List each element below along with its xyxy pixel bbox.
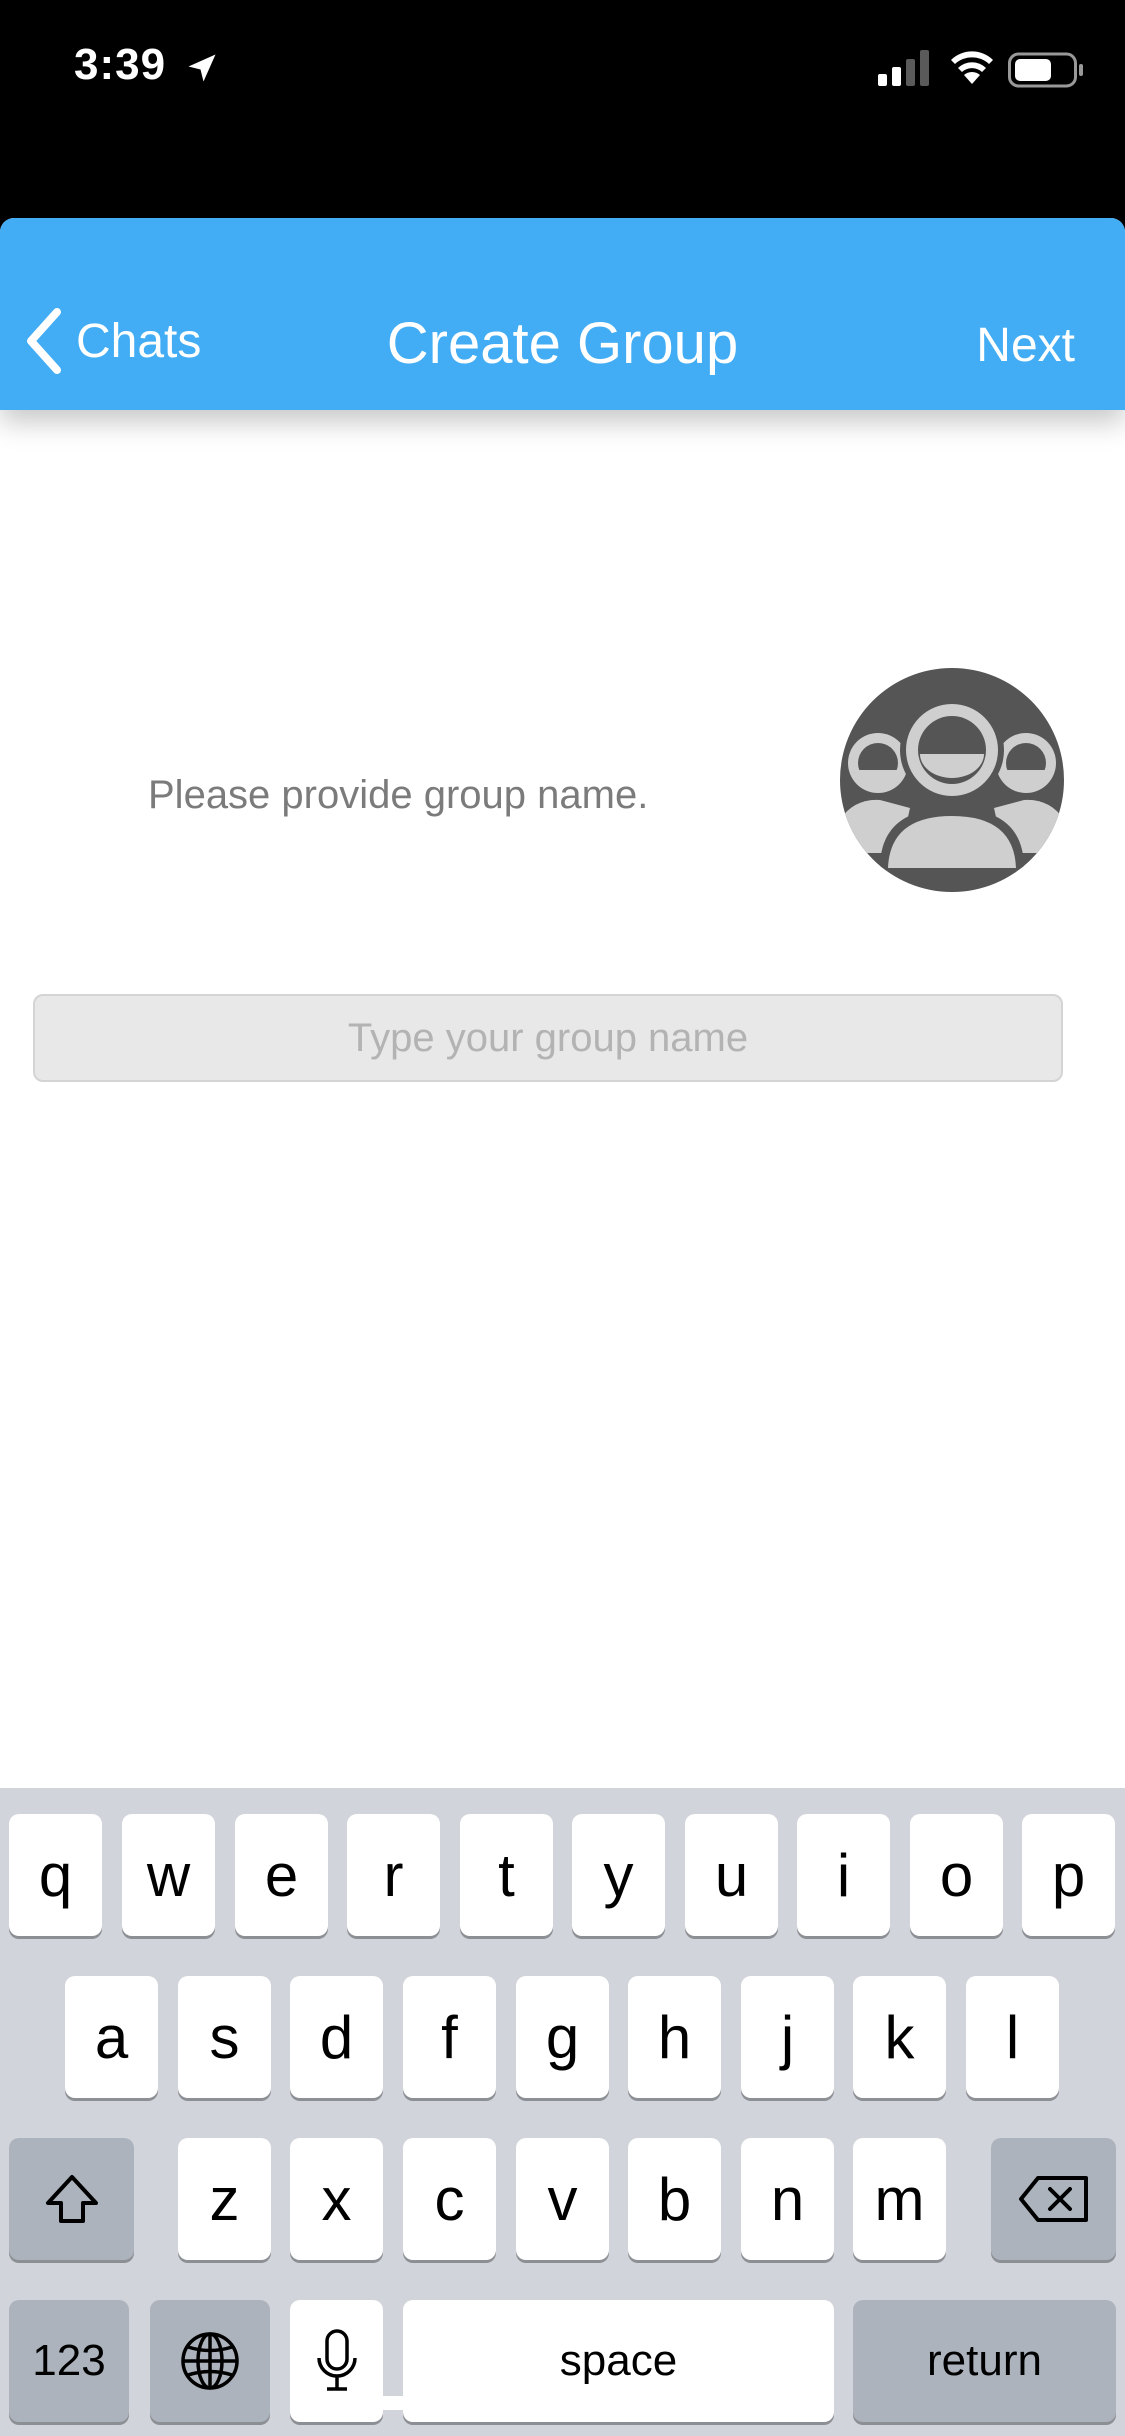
key-j[interactable]: j: [741, 1976, 834, 2098]
key-z[interactable]: z: [178, 2138, 271, 2260]
location-arrow-icon: [188, 54, 216, 82]
return-key[interactable]: return: [853, 2300, 1116, 2422]
battery-icon: [1008, 52, 1083, 88]
key-i[interactable]: i: [797, 1814, 890, 1936]
key-k[interactable]: k: [853, 1976, 946, 2098]
group-name-input[interactable]: [33, 994, 1063, 1082]
shift-key[interactable]: [9, 2138, 134, 2260]
key-p[interactable]: p: [1022, 1814, 1115, 1936]
phone-screen: 3:39 Chats Create Group Next Please prov…: [0, 0, 1125, 2436]
key-h[interactable]: h: [628, 1976, 721, 2098]
key-r[interactable]: r: [347, 1814, 440, 1936]
status-bar: 3:39: [0, 0, 1125, 140]
navigation-bar: Chats Create Group Next: [0, 218, 1125, 410]
next-button[interactable]: Next: [976, 318, 1075, 373]
group-avatar[interactable]: [840, 668, 1064, 892]
key-u[interactable]: u: [685, 1814, 778, 1936]
key-f[interactable]: f: [403, 1976, 496, 2098]
status-time: 3:39: [74, 40, 167, 89]
key-o[interactable]: o: [910, 1814, 1003, 1936]
globe-icon: [181, 2332, 239, 2390]
key-m[interactable]: m: [853, 2138, 946, 2260]
key-w[interactable]: w: [122, 1814, 215, 1936]
key-d[interactable]: d: [290, 1976, 383, 2098]
backspace-icon: [1018, 2176, 1088, 2222]
wifi-icon: [951, 51, 993, 84]
page-title: Create Group: [386, 311, 739, 376]
key-x[interactable]: x: [290, 2138, 383, 2260]
key-v[interactable]: v: [516, 2138, 609, 2260]
key-q[interactable]: q: [9, 1814, 102, 1936]
key-t[interactable]: t: [460, 1814, 553, 1936]
key-b[interactable]: b: [628, 2138, 721, 2260]
cellular-signal-icon: [878, 50, 929, 86]
shift-icon: [45, 2175, 98, 2223]
home-indicator[interactable]: [364, 2396, 764, 2410]
key-c[interactable]: c: [403, 2138, 496, 2260]
key-e[interactable]: e: [235, 1814, 328, 1936]
key-s[interactable]: s: [178, 1976, 271, 2098]
key-y[interactable]: y: [572, 1814, 665, 1936]
key-l[interactable]: l: [966, 1976, 1059, 2098]
group-people-icon: [840, 698, 1064, 868]
numbers-key[interactable]: 123: [9, 2300, 129, 2422]
keyboard: q w e r t y u i o p a s d f g h j k l z …: [0, 1788, 1125, 2436]
globe-key[interactable]: [150, 2300, 270, 2422]
key-a[interactable]: a: [65, 1976, 158, 2098]
delete-key[interactable]: [991, 2138, 1116, 2260]
key-g[interactable]: g: [516, 1976, 609, 2098]
microphone-icon: [316, 2329, 357, 2391]
key-n[interactable]: n: [741, 2138, 834, 2260]
group-name-prompt: Please provide group name.: [148, 773, 649, 817]
create-group-screen: Chats Create Group Next Please provide g…: [0, 218, 1125, 2436]
